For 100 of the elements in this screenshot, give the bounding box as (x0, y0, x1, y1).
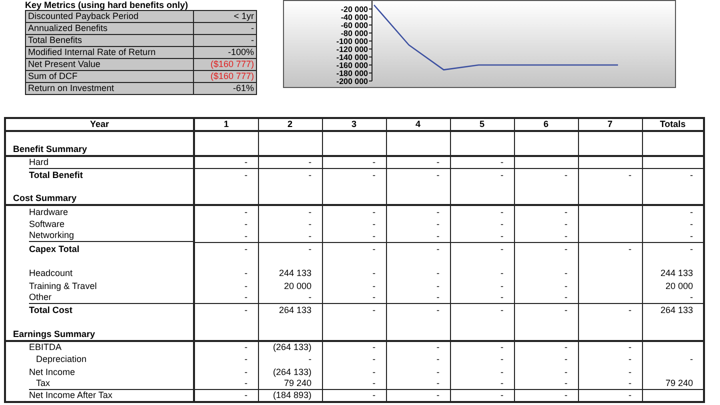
table-cell: - (372, 292, 376, 302)
row-label: Headcount (29, 268, 73, 278)
row-label: EBITDA (29, 342, 62, 352)
axis-tick-label: -180 000 (336, 69, 368, 78)
section-heading: Cost Summary (13, 193, 77, 204)
metric-value: - (194, 34, 256, 46)
table-cell: - (372, 378, 376, 388)
table-cell: - (372, 390, 376, 400)
table-cell: - (436, 219, 440, 230)
table-cell: (264 133) (272, 342, 312, 352)
axis-tick-label: -200 000 (336, 77, 368, 86)
table-cell: - (564, 268, 568, 278)
table-cell: - (372, 170, 376, 180)
axis-tick-label: -140 000 (336, 53, 368, 62)
axis-tick-label: -60 000 (340, 21, 368, 30)
table-cell: - (308, 244, 312, 254)
table-cell: - (436, 170, 440, 180)
axis-tick-label: -40 000 (340, 13, 368, 22)
metric-value: ($160 777) (194, 58, 256, 70)
table-cell: - (372, 230, 376, 241)
table-cell: - (564, 354, 568, 364)
table-cell: - (500, 390, 504, 400)
table-cell: - (564, 244, 568, 254)
table-cell: - (436, 354, 440, 364)
table-cell: - (436, 244, 440, 254)
axis-tick-label: -160 000 (336, 61, 368, 70)
table-cell: - (436, 268, 440, 278)
table-cell: - (372, 354, 376, 364)
column-header: 6 (514, 118, 578, 131)
table-cell: - (628, 378, 632, 388)
row-label: Total Benefit (29, 170, 83, 180)
column-header: 1 (194, 118, 258, 131)
table-cell: - (372, 206, 376, 217)
table-cell: - (308, 206, 312, 217)
metric-value: ($160 777) (194, 70, 256, 82)
metric-value: - (194, 22, 256, 34)
table-cell: - (244, 292, 248, 302)
table-cell: - (372, 366, 376, 377)
table-cell: - (244, 342, 248, 352)
table-cell: - (436, 305, 440, 316)
table-cell: - (564, 305, 568, 316)
axis-tick-label: -100 000 (336, 37, 368, 46)
table-cell: - (308, 219, 312, 230)
table-cell: - (564, 280, 568, 291)
row-label: Net Income After Tax (29, 390, 112, 400)
table-cell: - (690, 230, 693, 241)
table-cell: 244 133 (278, 268, 312, 278)
row-label: Net Income (29, 366, 76, 377)
metric-label: Net Present Value (26, 58, 194, 70)
table-cell: - (564, 378, 568, 388)
table-cell: - (372, 219, 376, 230)
table-cell: - (628, 342, 632, 352)
table-cell: - (372, 280, 376, 291)
table-cell: - (244, 280, 248, 291)
table-cell: - (372, 305, 376, 316)
table-cell: - (372, 268, 376, 278)
table-cell: - (244, 170, 248, 180)
metric-label: Annualized Benefits (26, 22, 194, 34)
table-cell: - (500, 230, 504, 241)
table-cell: - (500, 366, 504, 377)
table-cell: - (564, 230, 568, 241)
table-cell: - (308, 157, 312, 168)
table-cell: - (500, 219, 504, 230)
table-cell: - (244, 366, 248, 377)
table-cell: - (244, 157, 248, 168)
table-cell: 264 133 (278, 305, 312, 316)
table-cell: - (500, 292, 504, 302)
row-label: Training & Travel (29, 280, 97, 291)
table-cell: 264 133 (660, 305, 693, 316)
axis-tick-label: -120 000 (336, 45, 368, 54)
row-label: Hard (29, 156, 49, 167)
table-cell: - (690, 219, 693, 230)
metric-label: Return on Investment (26, 82, 194, 94)
table-cell: - (244, 244, 248, 254)
table-cell: - (436, 342, 440, 352)
table-cell: - (628, 170, 632, 180)
table-cell: - (436, 292, 440, 302)
table-cell: - (500, 280, 504, 291)
table-cell: - (690, 244, 693, 254)
table-cell: - (244, 230, 248, 241)
table-cell: - (500, 244, 504, 254)
table-cell: - (500, 268, 504, 278)
column-header: 2 (258, 118, 322, 131)
row-label: Total Cost (29, 305, 72, 316)
table-cell: - (436, 230, 440, 241)
row-label: Networking (29, 230, 74, 240)
section-heading: Benefit Summary (13, 144, 88, 154)
table-cell: - (244, 268, 248, 278)
table-cell: - (244, 206, 248, 217)
table-cell: - (690, 206, 693, 217)
table-cell: 244 133 (660, 268, 693, 278)
table-cell: - (564, 170, 568, 180)
table-cell: - (372, 157, 376, 168)
row-label: Other (29, 292, 52, 302)
table-cell: - (690, 354, 693, 364)
table-cell: - (308, 230, 312, 241)
row-label: Tax (36, 378, 50, 388)
table-cell: - (628, 390, 632, 400)
table-cell: - (244, 354, 248, 364)
table-cell: 79 240 (284, 378, 312, 388)
